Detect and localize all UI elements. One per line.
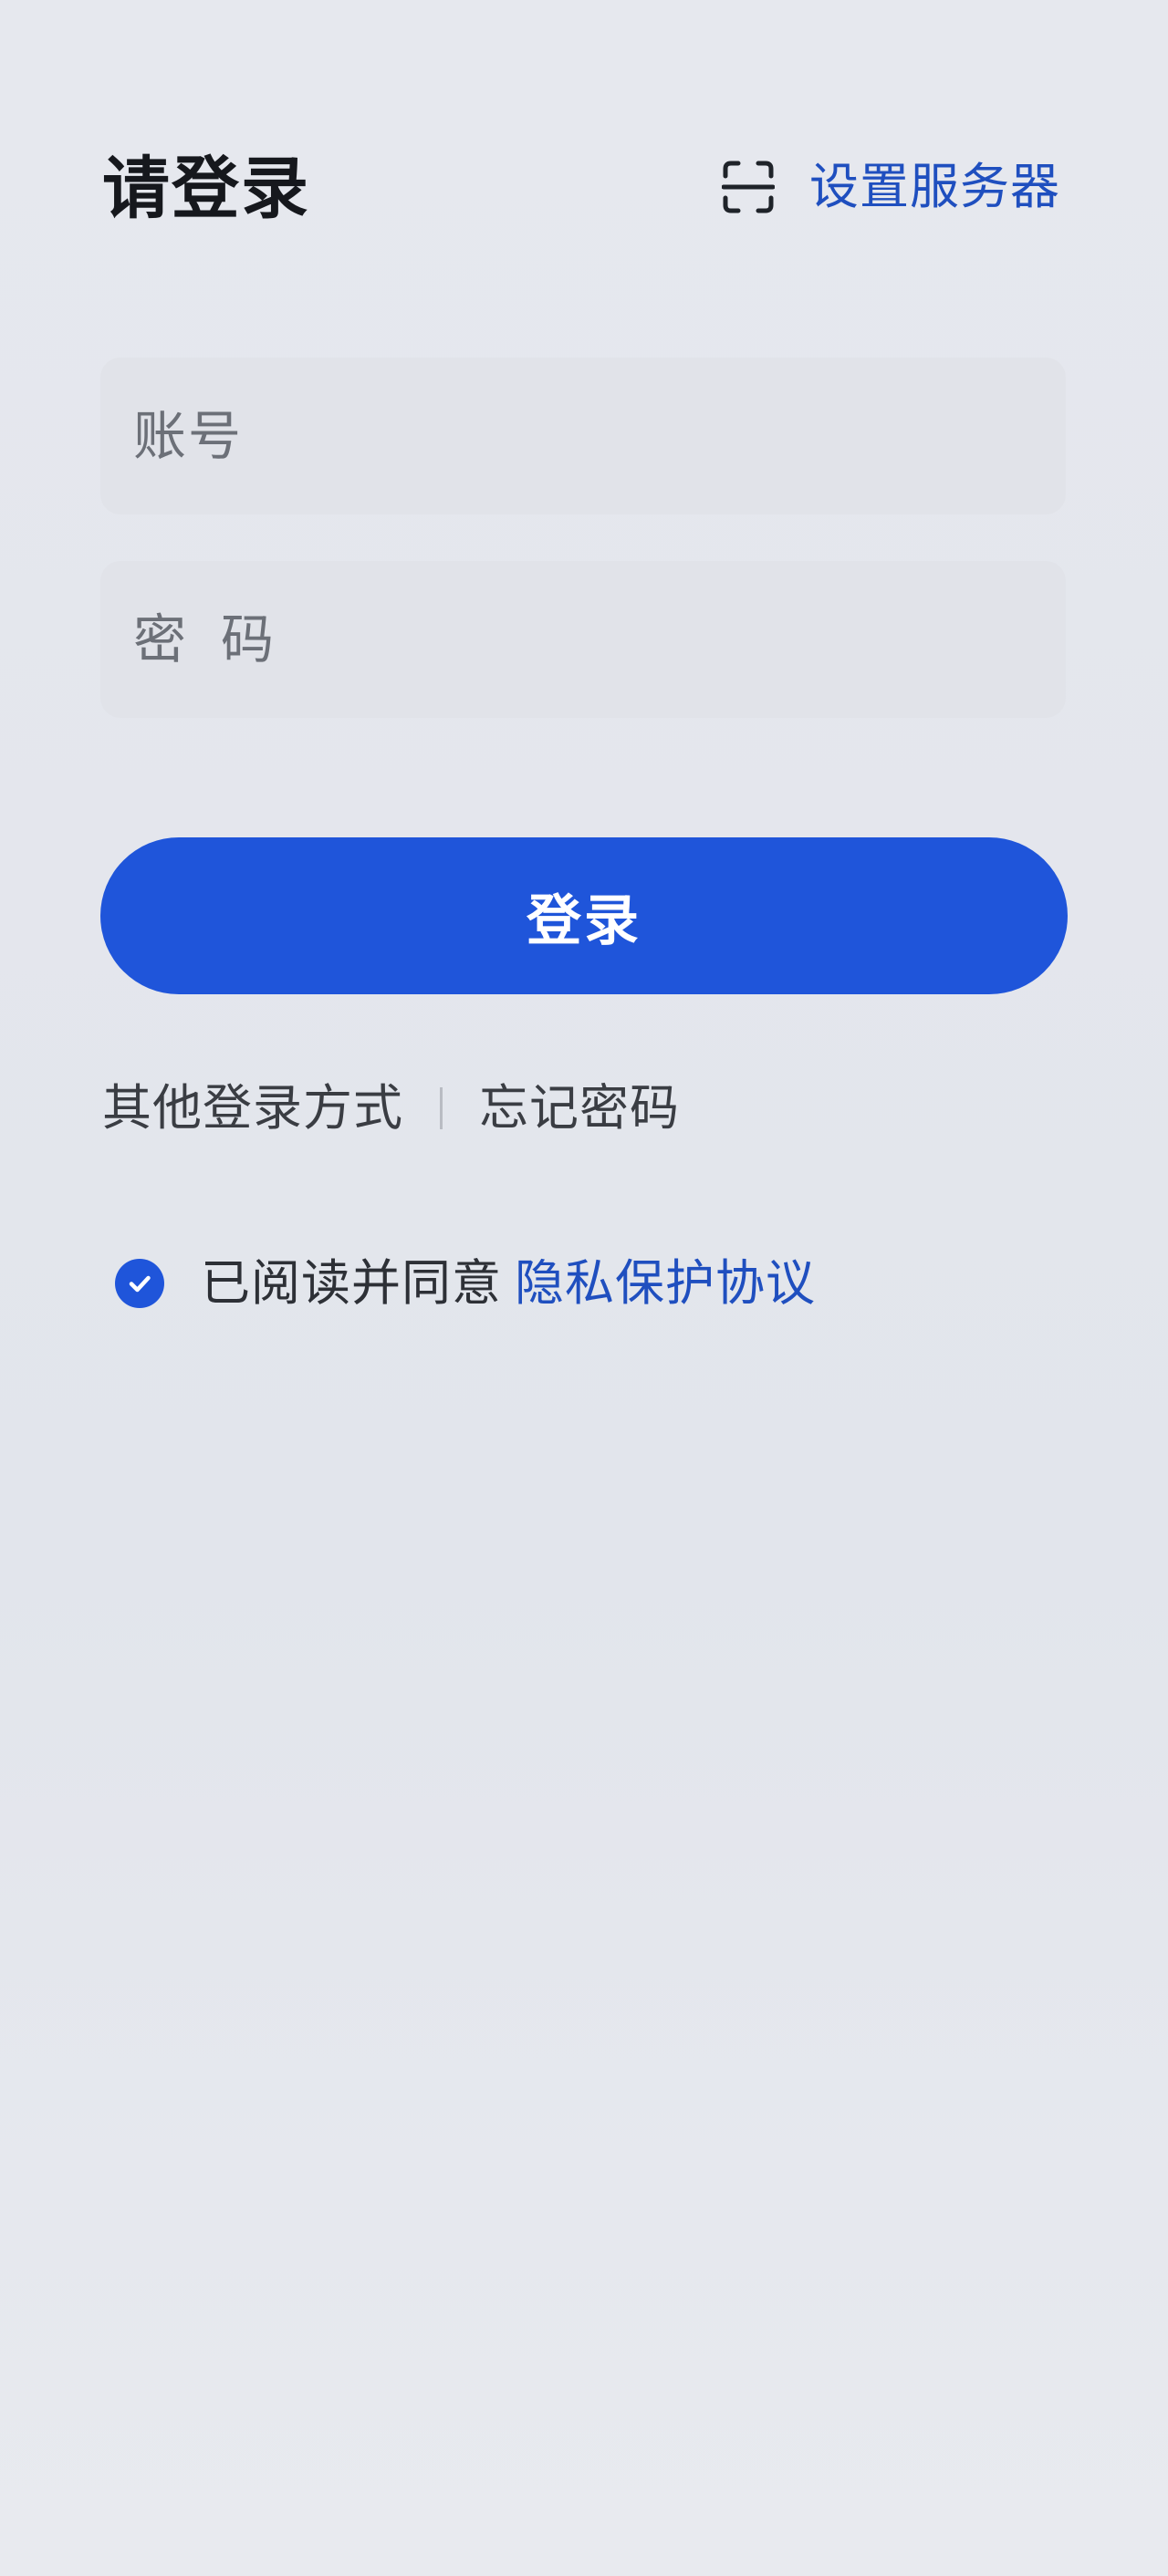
other-login-link[interactable]: 其他登录方式 [102, 1076, 403, 1140]
header: 请登录 设置服务器 [0, 137, 1168, 246]
scan-frame-icon [722, 161, 775, 213]
page-title: 请登录 [102, 150, 310, 228]
server-settings-label: 设置服务器 [809, 158, 1060, 215]
agreement-text: 已阅读并同意 [201, 1254, 502, 1312]
link-divider [440, 1087, 443, 1129]
account-input[interactable] [100, 358, 1066, 514]
password-input[interactable] [100, 561, 1066, 718]
account-field-container [100, 358, 1066, 514]
login-screen: 请登录 设置服务器 登录 其他登录方式 忘记密码 已阅读并同意 [0, 0, 1168, 2576]
check-circle-icon [129, 1275, 151, 1293]
server-settings-button[interactable]: 设置服务器 [722, 155, 1060, 219]
secondary-links: 其他登录方式 忘记密码 [102, 1076, 680, 1140]
password-field-container [100, 561, 1066, 718]
forgot-password-link[interactable]: 忘记密码 [479, 1076, 680, 1140]
privacy-policy-link[interactable]: 隐私保护协议 [515, 1252, 816, 1315]
agreement-checkbox[interactable] [115, 1259, 164, 1308]
login-button[interactable]: 登录 [100, 837, 1068, 994]
agreement-row: 已阅读并同意 隐私保护协议 [115, 1252, 816, 1315]
